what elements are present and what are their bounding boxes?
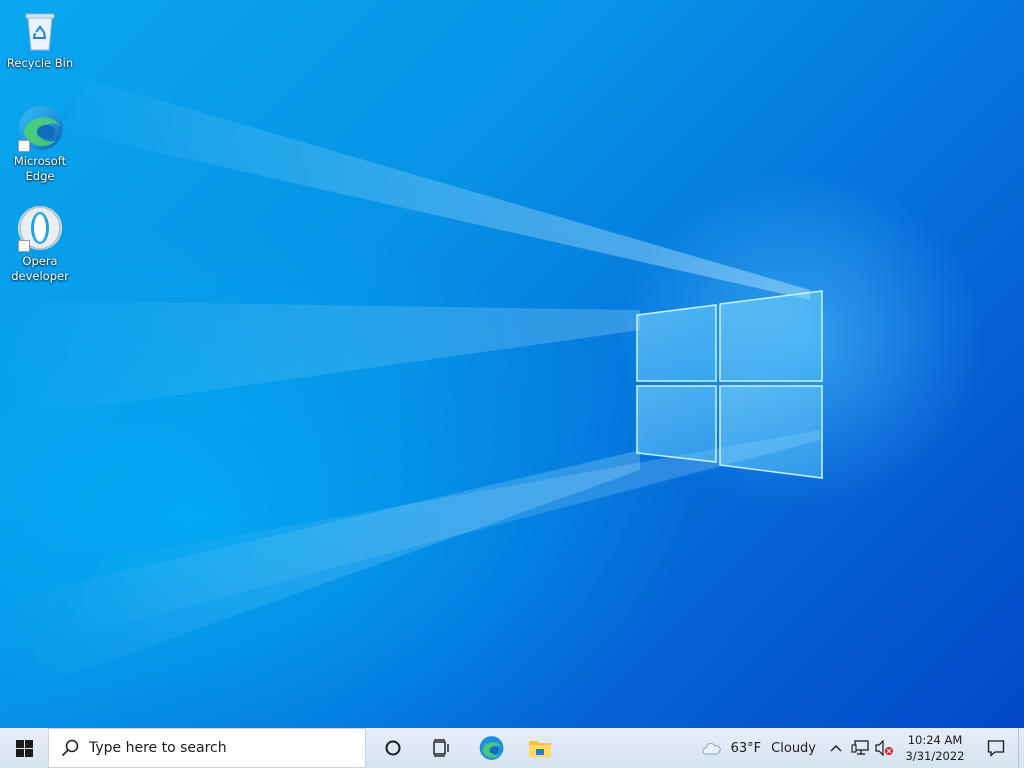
taskbar: Type here to search 63°F Cloudy 10:24 AM… [0,728,1024,768]
notification-icon [987,740,1005,757]
desktop-icon-opera-developer[interactable]: Opera developer [1,204,79,284]
windows-wallpaper-logo [636,290,823,479]
clock-time: 10:24 AM [907,733,963,747]
network-icon [851,740,869,755]
shortcut-arrow-icon [18,140,30,152]
notification-button[interactable] [974,728,1018,768]
wallpaper [0,80,823,700]
show-hidden-icons-button[interactable] [824,728,848,768]
cortana-button[interactable] [368,728,417,768]
task-view-icon [432,739,449,757]
taskbar-edge-button[interactable] [466,728,515,768]
volume-button[interactable] [872,728,896,768]
file-explorer-button[interactable] [515,728,564,768]
edge-icon [479,736,503,760]
search-placeholder: Type here to search [89,740,227,756]
network-button[interactable] [848,728,872,768]
clock[interactable]: 10:24 AM 3/31/2022 [896,732,974,764]
desktop-icon-microsoft-edge[interactable]: Microsoft Edge [1,104,79,184]
edge-icon [16,104,64,152]
weather-temperature: 63°F [730,740,762,756]
weather-condition: Cloudy [771,740,816,756]
cloud-icon [702,743,721,755]
desktop-icon-label: Opera developer [11,254,69,283]
search-icon [61,739,79,757]
cortana-circle-icon [385,740,400,756]
weather-widget[interactable]: 63°F Cloudy [693,728,824,768]
system-tray: 63°F Cloudy 10:24 AM 3/31/2022 [693,728,1024,768]
desktop[interactable]: Recycle Bin Microsoft Edge Opera develop… [0,0,1024,728]
opera-icon [16,204,64,252]
show-desktop-button[interactable] [1018,728,1024,768]
chevron-up-icon [830,745,842,752]
desktop-icon-label: Recycle Bin [6,56,74,70]
desktop-icon-label: Microsoft Edge [13,154,67,183]
volume-muted-icon [875,740,893,756]
search-box[interactable]: Type here to search [48,728,366,768]
desktop-icon-recycle-bin[interactable]: Recycle Bin [1,6,79,71]
task-view-button[interactable] [417,728,466,768]
recycle-bin-icon [16,6,64,54]
shortcut-arrow-icon [18,240,30,252]
windows-logo-icon [15,739,33,757]
folder-icon [528,741,551,757]
clock-date: 3/31/2022 [905,749,965,763]
start-button[interactable] [0,728,48,768]
